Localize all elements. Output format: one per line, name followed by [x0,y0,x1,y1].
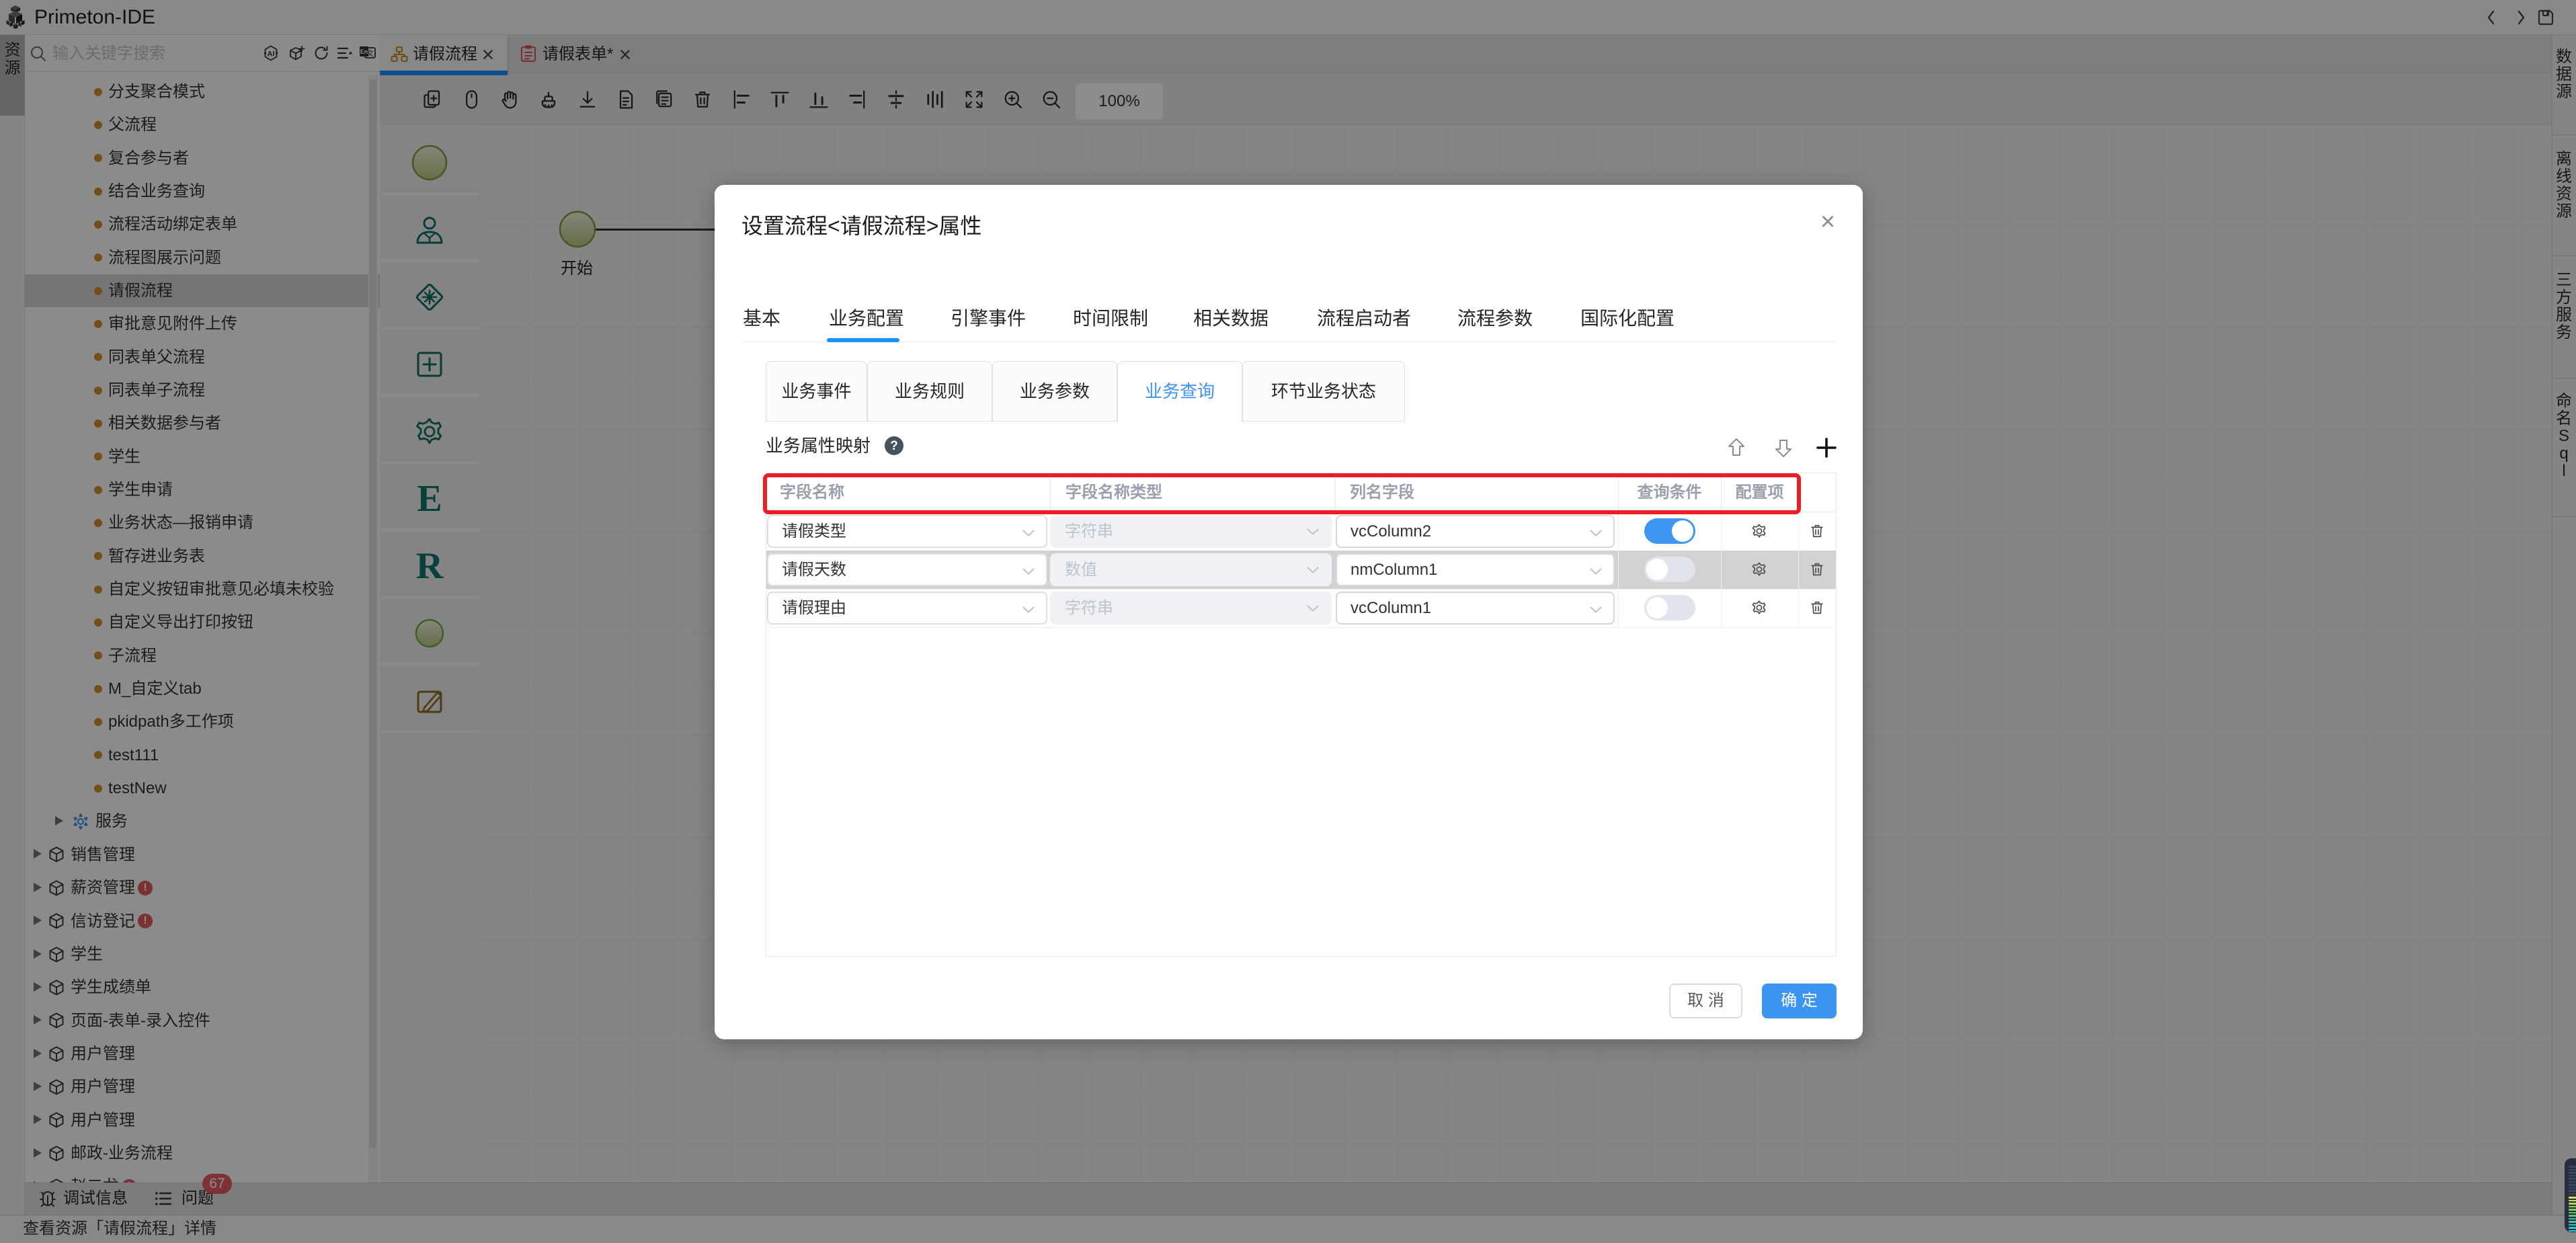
svg-text:?: ? [890,439,898,453]
